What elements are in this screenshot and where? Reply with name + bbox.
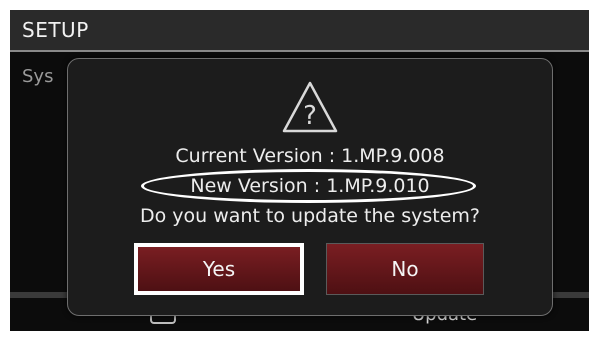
svg-text:?: ? <box>303 101 317 131</box>
no-button-label: No <box>391 257 419 281</box>
yes-button[interactable]: Yes <box>134 243 304 295</box>
tv-screen: SETUP Sys Update ? Current Version : 1.M… <box>10 10 589 331</box>
setup-header: SETUP <box>10 10 589 52</box>
update-question-text: Do you want to update the system? <box>139 205 481 227</box>
warning-question-icon: ? <box>282 81 338 133</box>
page-title: SETUP <box>22 18 89 42</box>
update-confirm-dialog: ? Current Version : 1.MP.9.008 New Versi… <box>67 58 553 316</box>
yes-button-label: Yes <box>202 257 236 281</box>
background-section-label: Sys <box>22 66 54 87</box>
no-button[interactable]: No <box>326 243 484 295</box>
current-version-text: Current Version : 1.MP.9.008 <box>175 145 445 167</box>
new-version-highlight <box>141 169 476 203</box>
